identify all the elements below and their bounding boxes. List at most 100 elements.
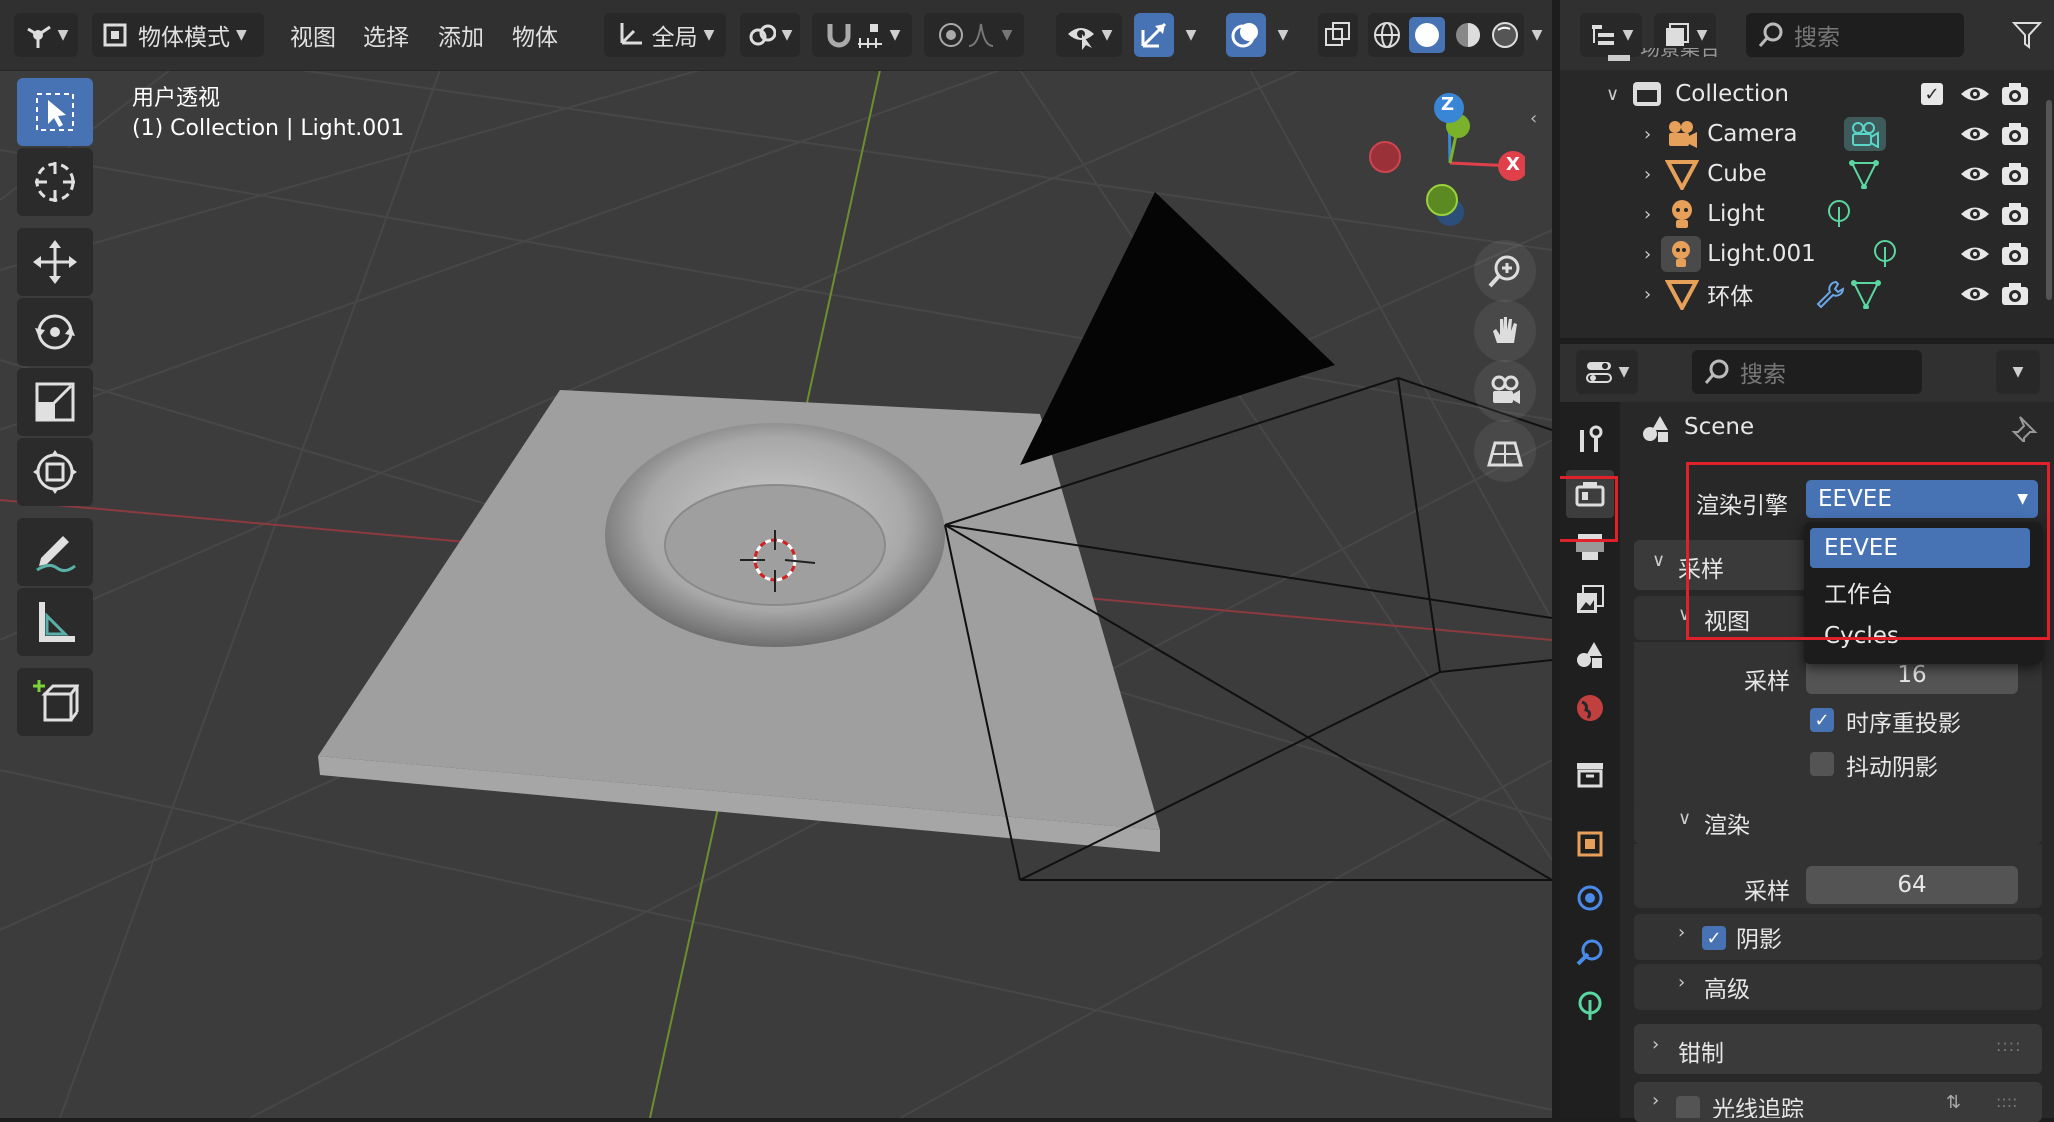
wireframe-shading-icon[interactable]	[1372, 20, 1402, 50]
material-shading-icon[interactable]	[1453, 20, 1483, 50]
temporal-reprojection-checkbox[interactable]: ✓	[1810, 708, 1834, 732]
expand-chevron-icon[interactable]: ›	[1644, 164, 1651, 185]
gizmo-toggle[interactable]	[1134, 13, 1174, 57]
expand-chevron-icon[interactable]: ›	[1644, 284, 1651, 305]
drag-handle-icon[interactable]: ::::	[1996, 1092, 2018, 1111]
menu-view[interactable]: 视图	[290, 14, 336, 56]
preset-icon[interactable]: ⇅	[1946, 1092, 1961, 1113]
render-camera-icon[interactable]	[2000, 81, 2030, 107]
overlays-toggle[interactable]	[1226, 13, 1266, 57]
3d-viewport[interactable]: 用户透视 (1) Collection | Light.001 Z X ‹	[0, 0, 1552, 1118]
collection-row[interactable]: ∨ Collection ✓	[1560, 74, 2054, 114]
expand-chevron-icon[interactable]: ›	[1644, 244, 1651, 265]
tab-physics[interactable]	[1566, 874, 1614, 922]
select-box-tool[interactable]	[17, 78, 93, 146]
overlays-dropdown[interactable]: ▼	[1268, 13, 1298, 57]
outliner-item-torus[interactable]: › 环体	[1560, 274, 2054, 314]
light-data-icon[interactable]	[1824, 199, 1854, 229]
camera-object[interactable]	[1020, 192, 1335, 465]
xray-icon	[1325, 22, 1350, 46]
scale-tool[interactable]	[17, 368, 93, 436]
tab-object[interactable]	[1566, 820, 1614, 868]
render-camera-icon[interactable]	[2000, 201, 2030, 227]
eye-icon[interactable]	[1960, 243, 1990, 265]
add-cube-tool[interactable]	[17, 668, 93, 736]
properties-search[interactable]: 搜索	[1692, 350, 1922, 394]
neg-y-axis-icon[interactable]	[1426, 184, 1458, 216]
visibility-selector[interactable]: ▼	[1056, 13, 1122, 57]
snap-toggle[interactable]: ▼	[812, 13, 912, 57]
mesh-data-icon[interactable]	[1848, 159, 1880, 189]
render-subpanel-header[interactable]	[1634, 800, 2042, 844]
zoom-button[interactable]	[1474, 240, 1536, 302]
eye-icon[interactable]	[1960, 163, 1990, 185]
outliner-scrollbar[interactable]	[2046, 100, 2052, 300]
exclude-checkbox[interactable]: ✓	[1921, 83, 1943, 105]
rendered-shading-icon[interactable]	[1490, 20, 1520, 50]
properties-editor-type[interactable]: ▼	[1576, 350, 1638, 394]
tab-constraints[interactable]	[1566, 928, 1614, 976]
expand-chevron-icon[interactable]: ›	[1644, 124, 1651, 145]
rotate-tool[interactable]	[17, 298, 93, 366]
tab-world[interactable]	[1566, 684, 1614, 732]
transform-tool[interactable]	[17, 438, 93, 506]
eye-icon[interactable]	[1960, 283, 1990, 305]
menu-add[interactable]: 添加	[438, 14, 484, 56]
tab-object-data[interactable]	[1566, 982, 1614, 1030]
render-camera-icon[interactable]	[2000, 161, 2030, 187]
pan-button[interactable]	[1474, 300, 1536, 362]
shadows-checkbox[interactable]: ✓	[1702, 926, 1726, 950]
tab-tool[interactable]	[1566, 416, 1614, 464]
proportional-editing-toggle[interactable]: ▼	[924, 13, 1024, 57]
camera-view-button[interactable]	[1474, 360, 1536, 422]
transform-orientation-selector[interactable]: 全局 ▼	[604, 13, 726, 57]
tab-collection[interactable]	[1566, 750, 1614, 798]
editor-type-button[interactable]: ▼	[14, 13, 78, 57]
menu-object[interactable]: 物体	[512, 14, 558, 56]
expand-chevron-icon[interactable]: ›	[1644, 204, 1651, 225]
outliner-item-camera[interactable]: › Camera	[1560, 114, 2054, 154]
solid-shading-button[interactable]	[1409, 17, 1446, 53]
eye-icon[interactable]	[1960, 203, 1990, 225]
camera-data-button[interactable]	[1844, 117, 1886, 151]
shadows-subpanel-header[interactable]	[1634, 914, 2042, 960]
drag-handle-icon[interactable]: ::::	[1996, 1036, 2022, 1055]
outliner-item-cube[interactable]: › Cube	[1560, 154, 2054, 194]
render-samples-field[interactable]: 64	[1806, 866, 2018, 904]
modifier-wrench-icon[interactable]	[1814, 279, 1844, 309]
neg-x-axis-icon[interactable]	[1369, 141, 1401, 173]
scene-canvas[interactable]	[0, 0, 1552, 1118]
xray-toggle[interactable]	[1318, 13, 1358, 57]
ortho-toggle-button[interactable]	[1474, 420, 1536, 482]
properties-options-dropdown[interactable]: ▼	[1996, 350, 2040, 394]
eye-icon[interactable]	[1960, 123, 1990, 145]
render-camera-icon[interactable]	[2000, 281, 2030, 307]
measure-tool[interactable]	[17, 588, 93, 656]
mesh-data-icon[interactable]	[1850, 279, 1882, 309]
advanced-subpanel-header[interactable]	[1634, 964, 2042, 1010]
sidebar-toggle-icon[interactable]: ‹	[1530, 108, 1537, 129]
light-data-icon[interactable]	[1870, 239, 1900, 269]
gizmo-dropdown[interactable]: ▼	[1176, 13, 1206, 57]
area-separator[interactable]	[1552, 0, 1560, 1118]
pivot-point-selector[interactable]: ▼	[740, 13, 800, 57]
scene-collection-row[interactable]: 场景集合	[1560, 48, 2054, 68]
expand-chevron-icon[interactable]: ∨	[1606, 84, 1619, 105]
eye-icon[interactable]	[1960, 83, 1990, 105]
annotate-tool[interactable]	[17, 518, 93, 586]
move-tool[interactable]	[17, 228, 93, 296]
outliner-item-light-001[interactable]: › Light.001	[1560, 234, 2054, 274]
render-camera-icon[interactable]	[2000, 241, 2030, 267]
render-camera-icon[interactable]	[2000, 121, 2030, 147]
raytracing-checkbox[interactable]	[1676, 1096, 1700, 1118]
mode-selector[interactable]: 物体模式 ▼	[92, 13, 264, 57]
cursor-tool[interactable]	[17, 148, 93, 216]
pin-icon[interactable]	[2010, 414, 2038, 442]
menu-select[interactable]: 选择	[363, 14, 409, 56]
tab-view-layer[interactable]	[1566, 576, 1614, 624]
outliner-item-light[interactable]: › Light	[1560, 194, 2054, 234]
jitter-shadows-checkbox[interactable]	[1810, 752, 1834, 776]
navigation-gizmo[interactable]: Z X	[1345, 88, 1528, 248]
shading-dropdown[interactable]: ▼	[1524, 13, 1550, 57]
tab-scene[interactable]	[1566, 630, 1614, 678]
